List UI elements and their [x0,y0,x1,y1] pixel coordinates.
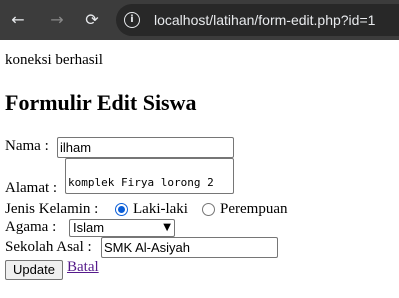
browser-toolbar: ← → ⟳ i localhost/latihan/form-edit.php?… [0,0,399,40]
nama-label: Nama : [5,138,49,154]
connection-status: koneksi berhasil [5,52,103,68]
radio-laki-laki[interactable] [115,203,128,216]
batal-link[interactable]: Batal [67,259,99,276]
sekolah-asal-input[interactable] [101,237,278,258]
agama-select[interactable]: Islam ▼ [69,219,175,237]
alamat-textarea[interactable]: komplek Firya lorong 2 [65,158,234,194]
update-button[interactable]: Update [5,260,63,280]
nama-input[interactable] [57,137,234,158]
radio-perempuan-label: Perempuan [220,201,288,217]
agama-selected-value: Islam [73,220,105,235]
sekolah-asal-label: Sekolah Asal : [5,239,92,255]
site-info-icon[interactable]: i [124,12,140,28]
back-icon[interactable]: ← [6,8,30,32]
chevron-down-icon: ▼ [163,222,171,233]
forward-icon[interactable]: → [45,8,69,32]
agama-label: Agama : [5,219,57,235]
reload-icon[interactable]: ⟳ [80,8,104,32]
alamat-label: Alamat : [5,180,58,196]
url-text[interactable]: localhost/latihan/form-edit.php?id=1 [154,4,375,36]
page-title: Formulir Edit Siswa [5,90,197,115]
jenis-kelamin-label: Jenis Kelamin : [5,201,99,217]
radio-laki-laki-label: Laki-laki [133,201,188,217]
address-bar[interactable]: i localhost/latihan/form-edit.php?id=1 [116,4,399,36]
radio-perempuan[interactable] [202,203,215,216]
